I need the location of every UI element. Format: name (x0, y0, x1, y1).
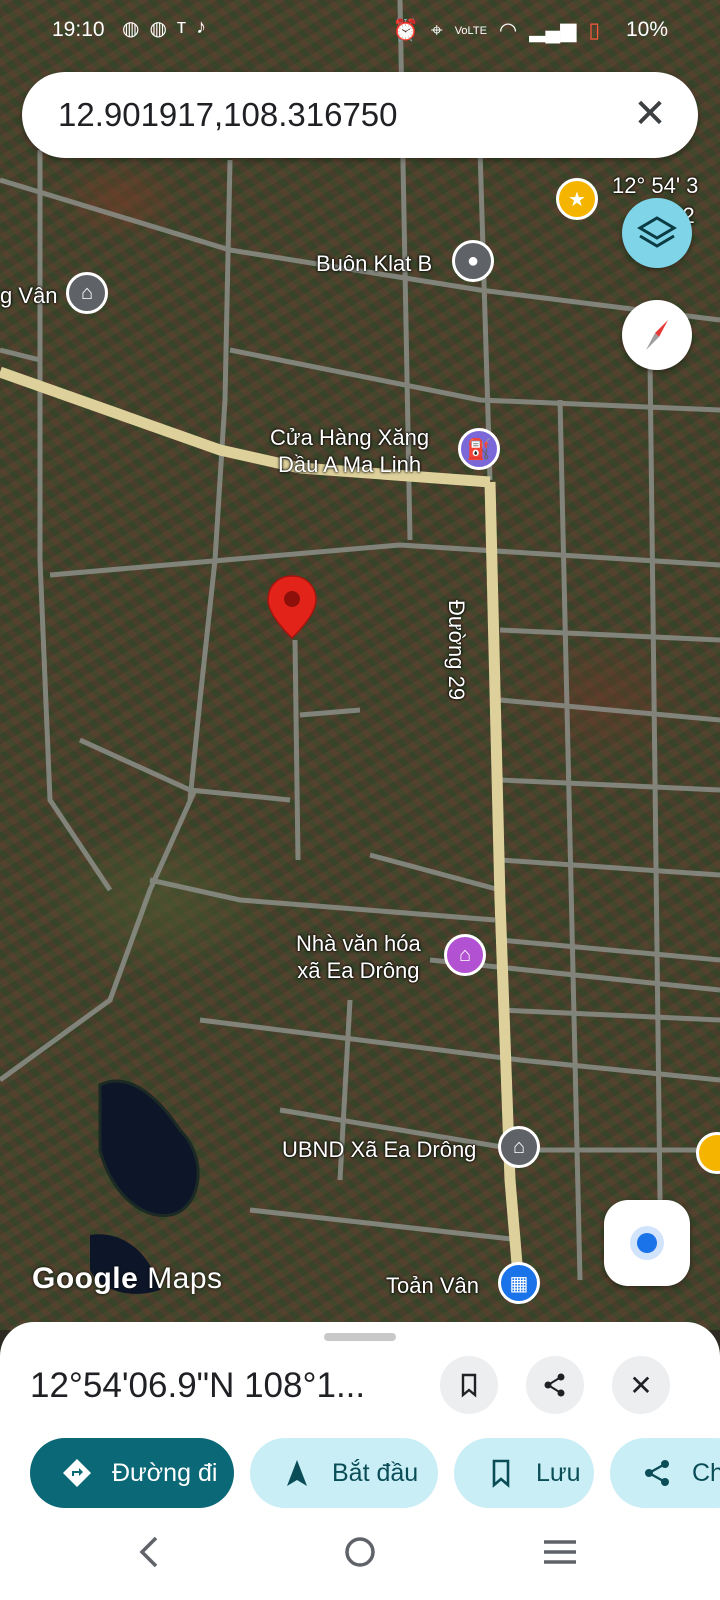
start-navigation-button[interactable]: Bắt đầu (250, 1438, 438, 1508)
close-sheet-button[interactable]: ✕ (612, 1356, 670, 1414)
drag-handle[interactable] (324, 1333, 396, 1341)
compass-icon (646, 320, 668, 350)
bookmark-icon (461, 1373, 477, 1398)
road-network (0, 0, 720, 1301)
alarm-icon: ⏰ (392, 18, 419, 42)
coordinates-title: 12°54'06.9"N 108°1... (30, 1366, 366, 1405)
place-label-buon-klat[interactable]: Buôn Klat B (316, 250, 432, 277)
back-icon[interactable] (130, 1530, 170, 1574)
coordinate-overlay-label: 12° 54' 3 (612, 173, 699, 198)
text-icon: ᴛ (176, 16, 187, 38)
messenger-icon: ◍ (122, 18, 140, 40)
compass-button[interactable] (622, 300, 692, 370)
directions-button[interactable]: Đường đi (30, 1438, 234, 1508)
messenger-icon: ◍ (149, 18, 167, 40)
layers-button[interactable] (622, 198, 692, 268)
bookmark-icon (492, 1459, 510, 1488)
place-label-ubnd[interactable]: UBND Xã Ea Drông (282, 1136, 476, 1163)
share-label: Ch (692, 1458, 720, 1487)
starred-place-icon[interactable]: ★ (556, 178, 598, 220)
location-poi-icon[interactable]: ● (452, 240, 494, 282)
volte-icon: VoLTE (454, 24, 487, 37)
signal-icon: ▂▄▆ (529, 19, 577, 42)
battery-percent: 10% (625, 18, 668, 41)
recent-apps-icon[interactable] (540, 1532, 580, 1576)
directions-icon (63, 1459, 91, 1487)
save-label: Lưu (536, 1458, 581, 1487)
battery-icon: ▯ (588, 19, 600, 42)
store-icon[interactable]: ▦ (498, 1262, 540, 1304)
government-building-icon[interactable]: ⌂ (498, 1126, 540, 1168)
google-maps-logo: Google Maps (32, 1262, 223, 1295)
close-icon: ✕ (629, 1369, 653, 1401)
layers-icon (637, 216, 677, 248)
place-label-van[interactable]: g Vân (0, 282, 58, 309)
save-bookmark-button[interactable] (440, 1356, 498, 1414)
place-label-toan-van[interactable]: Toản Vân (386, 1272, 479, 1299)
system-navigation-bar (0, 1510, 720, 1600)
tiktok-icon: ♪ (196, 16, 207, 38)
share-chip-button[interactable]: Ch (610, 1438, 720, 1508)
my-location-icon (630, 1226, 664, 1260)
navigation-arrow-icon (287, 1460, 307, 1486)
community-center-icon[interactable]: ⌂ (444, 934, 486, 976)
place-label-fuel-station[interactable]: Cửa Hàng Xăng Dầu A Ma Linh (270, 424, 429, 478)
road-label-29: Đường 29 (444, 600, 469, 701)
directions-label: Đường đi (112, 1458, 218, 1487)
start-label: Bắt đầu (332, 1458, 419, 1487)
place-label-cultural-house[interactable]: Nhà văn hóa xã Ea Drông (296, 930, 421, 984)
temple-poi-icon[interactable]: ⌂ (66, 272, 108, 314)
search-input[interactable]: 12.901917,108.316750 (58, 96, 398, 134)
share-button[interactable] (526, 1356, 584, 1414)
save-chip-button[interactable]: Lưu (454, 1438, 594, 1508)
home-icon[interactable] (340, 1530, 380, 1574)
search-bar[interactable]: 12.901917,108.316750 ✕ (22, 72, 698, 158)
status-time: 19:10 (52, 18, 105, 41)
system-icons: ⏰ ⌖ VoLTE ◠ ▂▄▆ ▯ (393, 18, 600, 43)
share-icon (645, 1460, 669, 1486)
notification-icons: ◍ ◍ ᴛ ♪ (122, 16, 206, 41)
share-icon (544, 1373, 565, 1397)
dropped-pin-icon[interactable] (266, 574, 318, 640)
close-icon[interactable]: ✕ (628, 92, 672, 136)
satellite-map[interactable]: Buôn Klat B g Vân Cửa Hàng Xăng Dầu A Ma… (0, 0, 720, 1330)
wifi-icon: ◠ (498, 19, 518, 42)
location-icon: ⌖ (430, 18, 443, 42)
fuel-station-icon[interactable]: ⛽ (458, 428, 500, 470)
my-location-button[interactable] (604, 1200, 690, 1286)
status-bar: 19:10 ◍ ◍ ᴛ ♪ ⏰ ⌖ VoLTE ◠ ▂▄▆ ▯ 10% (0, 0, 720, 58)
